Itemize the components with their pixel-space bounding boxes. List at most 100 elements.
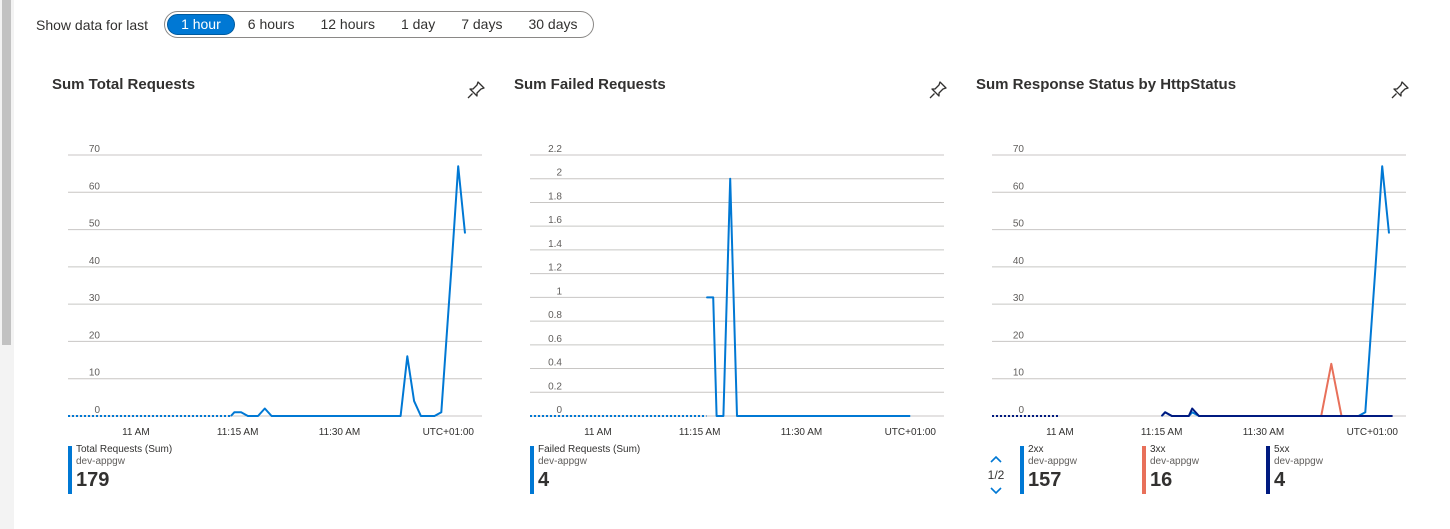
y-tick-label: 60 <box>1013 181 1025 192</box>
data-point <box>440 411 442 413</box>
y-tick-label: 2 <box>556 168 562 179</box>
data-point <box>271 415 273 417</box>
y-tick-label: 20 <box>1013 330 1025 341</box>
x-tick-label: 11 AM <box>122 427 150 438</box>
legend-item-2xx[interactable]: 2xx dev-appgw 157 <box>1020 444 1077 494</box>
legend-resource-name: dev-appgw <box>76 456 125 467</box>
page-scrollbar[interactable] <box>0 0 14 529</box>
timezone-label: UTC+01:00 <box>885 427 937 438</box>
y-tick-label: 40 <box>89 256 101 267</box>
data-point <box>1191 408 1193 409</box>
legend-resource-name: dev-appgw <box>1274 456 1323 467</box>
x-tick-label: 11:30 AM <box>1243 427 1285 438</box>
legend-color-bar <box>1142 446 1146 494</box>
x-tick-label: 11:15 AM <box>1141 427 1183 438</box>
data-point <box>233 411 235 413</box>
legend-value: 16 <box>1150 469 1173 491</box>
x-tick-label: 11 AM <box>584 427 612 438</box>
chevron-down-icon[interactable] <box>984 484 1008 498</box>
data-point <box>1191 411 1193 413</box>
data-point <box>1161 415 1163 417</box>
series-line <box>1320 362 1393 417</box>
line-chart: 0 10 20 30 40 50 60 70 11 AM 11:15 AM 11:30 AM UTC+… <box>992 144 1406 438</box>
x-tick-label: 11:15 AM <box>679 427 721 438</box>
legend-item[interactable]: Failed Requests (Sum) dev-appgw 4 <box>530 444 640 494</box>
data-point <box>420 415 422 417</box>
y-tick-label: 1.6 <box>548 215 562 226</box>
y-tick-label: 1 <box>556 286 562 297</box>
y-tick-label: 30 <box>1013 293 1025 304</box>
data-point <box>406 355 408 357</box>
time-option-1-day[interactable]: 1 day <box>388 14 448 35</box>
timezone-label: UTC+01:00 <box>423 427 475 438</box>
legend-item-5xx[interactable]: 5xx dev-appgw 4 <box>1266 444 1323 494</box>
y-tick-label: 50 <box>1013 219 1025 230</box>
data-point <box>457 165 459 167</box>
legend-series-name: 5xx <box>1274 444 1290 455</box>
y-tick-label: 60 <box>89 181 101 192</box>
legend-value: 179 <box>76 469 110 491</box>
scrollbar-thumb[interactable] <box>2 0 11 345</box>
y-tick-label: 2.2 <box>548 144 562 155</box>
legend-resource-name: dev-appgw <box>538 456 587 467</box>
legend-color-bar <box>530 446 534 494</box>
data-point <box>230 415 232 417</box>
y-tick-label: 0 <box>1018 405 1024 416</box>
data-point <box>400 415 402 417</box>
data-point <box>413 400 415 402</box>
time-option-1-hour[interactable]: 1 hour <box>167 14 235 35</box>
legend-series-name: Total Requests (Sum) <box>76 444 173 455</box>
time-option-12-hours[interactable]: 12 hours <box>307 14 387 35</box>
x-tick-label: 11:30 AM <box>781 427 823 438</box>
time-option-7-days[interactable]: 7 days <box>448 14 515 35</box>
y-tick-label: 70 <box>89 144 101 155</box>
y-tick-label: 0 <box>94 405 100 416</box>
legend-series-name: Failed Requests (Sum) <box>538 444 641 455</box>
data-point <box>1388 232 1390 234</box>
y-tick-label: 40 <box>1013 256 1025 267</box>
data-point <box>1330 363 1332 365</box>
line-chart: 0 10 20 30 40 50 60 70 11 AM 11:15 AM 11:30 AM UTC+… <box>68 144 482 438</box>
timezone-label: UTC+01:00 <box>1347 427 1399 438</box>
time-range-options: 1 hour 6 hours 12 hours 1 day 7 days 30 … <box>164 11 594 38</box>
legend-item-3xx[interactable]: 3xx dev-appgw 16 <box>1142 444 1199 494</box>
data-point <box>712 296 714 298</box>
legend-color-bar <box>68 446 72 494</box>
time-range-selector: Show data for last 1 hour 6 hours 12 hou… <box>36 11 594 38</box>
chart-card-response-status[interactable]: Sum Response Status by HttpStatus 0 10 20 3… <box>976 66 1426 506</box>
legend-resource-name: dev-appgw <box>1028 456 1077 467</box>
time-option-6-hours[interactable]: 6 hours <box>235 14 308 35</box>
y-tick-label: 0 <box>556 405 562 416</box>
legend-value: 4 <box>1274 469 1286 491</box>
data-point <box>1391 415 1393 417</box>
y-tick-label: 70 <box>1013 144 1025 155</box>
data-point <box>1171 415 1173 417</box>
line-chart: 0 0.2 0.4 0.6 0.8 1 1.2 1.4 1.6 1.8 2 2.2 11 AM 11:15… <box>530 144 944 438</box>
y-tick-label: 1.4 <box>548 239 562 250</box>
data-point <box>706 296 707 298</box>
data-point <box>722 415 724 417</box>
data-point <box>434 415 435 417</box>
y-tick-label: 30 <box>89 293 101 304</box>
legend-item[interactable]: Total Requests (Sum) dev-appgw 179 <box>68 444 172 494</box>
data-point <box>729 178 731 180</box>
data-point <box>257 415 259 417</box>
legend-value: 157 <box>1028 469 1062 491</box>
y-tick-label: 0.8 <box>548 310 562 321</box>
data-point <box>1198 415 1200 417</box>
legend-color-bar <box>1266 446 1270 494</box>
chart-card-failed-requests[interactable]: Sum Failed Requests 0 0.2 0.4 0.6 0.8 1 1.2 1.4… <box>514 66 964 506</box>
time-option-30-days[interactable]: 30 days <box>515 14 590 35</box>
y-tick-label: 0.2 <box>548 381 562 392</box>
data-point <box>716 415 718 417</box>
legend-pager: 1/2 <box>984 452 1008 498</box>
data-point <box>240 411 242 413</box>
chart-card-total-requests[interactable]: Sum Total Requests 0 10 20 30 40 50 60 70 11 AM 1… <box>52 66 502 506</box>
chevron-up-icon[interactable] <box>984 452 1008 466</box>
time-range-label: Show data for last <box>36 16 149 33</box>
data-point <box>1164 411 1166 413</box>
y-tick-label: 0.6 <box>548 334 562 345</box>
legend-series-name: 3xx <box>1150 444 1166 455</box>
y-tick-label: 20 <box>89 330 101 341</box>
x-tick-label: 11 AM <box>1046 427 1074 438</box>
